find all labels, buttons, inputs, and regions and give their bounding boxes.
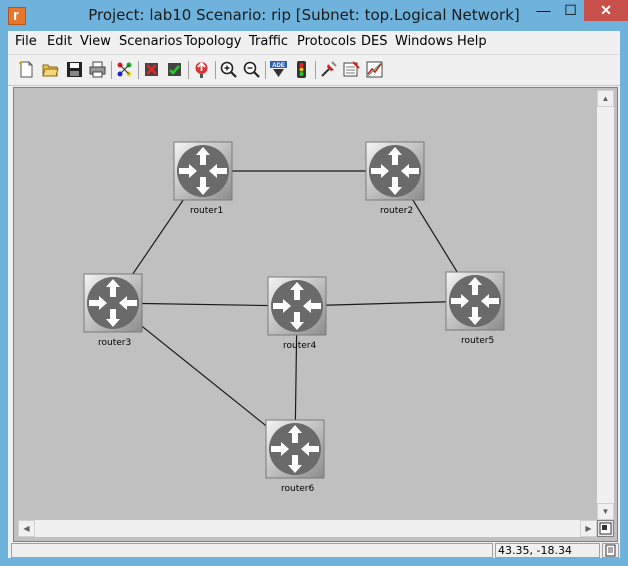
open-folder-icon[interactable] [41,60,60,79]
object-palette-icon[interactable] [115,60,134,79]
client-area: File Edit View Scenarios Topology Traffi… [8,31,620,558]
scroll-down-button[interactable]: ▼ [597,503,614,520]
zoom-in-icon[interactable] [219,60,238,79]
router2-node[interactable] [365,141,425,201]
toolbar-separator [138,61,139,79]
status-message [11,543,493,558]
router3-node[interactable] [83,273,143,333]
view-results-icon[interactable] [319,60,338,79]
cursor-coordinates: 43.35, -18.34 [495,543,600,558]
toolbar-separator [188,61,189,79]
maximize-button[interactable]: ☐ [557,0,584,21]
app-logo-letter: r [13,7,19,24]
status-bar: 43.35, -18.34 [8,541,620,558]
navigator-icon [599,522,612,535]
vertical-scrollbar[interactable]: ▲ ▼ [597,90,614,520]
router2-label: router2 [380,206,414,216]
menu-protocols[interactable]: Protocols [297,34,356,49]
status-log-button[interactable] [602,543,619,558]
router-icon [445,271,505,331]
edit-attributes-icon[interactable] [342,60,361,79]
save-icon[interactable] [65,60,84,79]
run-simulation-icon[interactable] [292,60,311,79]
router-icon [265,419,325,479]
fail-node-icon[interactable] [142,60,161,79]
ade-badge-text: ADE [272,63,285,69]
scroll-left-button[interactable]: ◀ [18,520,35,537]
menu-scenarios[interactable]: Scenarios [119,34,182,49]
return-to-parent-icon[interactable] [192,60,211,79]
router6-label: router6 [281,484,315,494]
router-icon [173,141,233,201]
router1-node[interactable] [173,141,233,201]
toolbar-separator [315,61,316,79]
router-icon [365,141,425,201]
menu-edit[interactable]: Edit [47,34,72,49]
application-window: r Project: lab10 Scenario: rip [Subnet: … [0,0,628,566]
menu-help[interactable]: Help [457,34,487,49]
zoom-out-icon[interactable] [242,60,261,79]
app-logo-icon[interactable]: r [8,7,26,25]
router5-label: router5 [461,336,495,346]
menu-topology[interactable]: Topology [184,34,241,49]
toolbar-separator [215,61,216,79]
toolbar: ADE [8,54,620,86]
router6-node[interactable] [265,419,325,479]
menu-des[interactable]: DES [361,34,387,49]
title-bar[interactable]: r Project: lab10 Scenario: rip [Subnet: … [0,0,628,31]
horizontal-scrollbar[interactable]: ◀ ▶ [18,520,597,537]
menu-view[interactable]: View [80,34,111,49]
recover-node-icon[interactable] [165,60,184,79]
window-title: Project: lab10 Scenario: rip [Subnet: to… [88,6,520,24]
router5-node[interactable] [445,271,505,331]
network-canvas[interactable]: router1 router2 router3 router4 router5 … [13,87,618,542]
minimize-button[interactable]: — [530,0,557,21]
menu-windows[interactable]: Windows [395,34,453,49]
toolbar-separator [111,61,112,79]
router-icon [83,273,143,333]
hide-graphs-icon[interactable] [365,60,384,79]
navigation-window-button[interactable] [597,520,614,537]
message-log-icon [605,544,616,557]
print-icon[interactable] [88,60,107,79]
toolbar-separator [265,61,266,79]
router3-label: router3 [98,338,132,348]
menu-traffic[interactable]: Traffic [249,34,288,49]
close-button[interactable]: ✕ [584,0,628,21]
scroll-up-button[interactable]: ▲ [597,90,614,107]
scroll-right-button[interactable]: ▶ [580,520,597,537]
menu-bar: File Edit View Scenarios Topology Traffi… [8,31,620,52]
menu-file[interactable]: File [15,34,37,49]
configure-discrete-event-simulation-icon[interactable]: ADE [269,60,288,79]
router4-label: router4 [283,341,317,351]
router4-node[interactable] [267,276,327,336]
router-icon [267,276,327,336]
new-document-icon[interactable] [17,60,36,79]
router1-label: router1 [190,206,224,216]
